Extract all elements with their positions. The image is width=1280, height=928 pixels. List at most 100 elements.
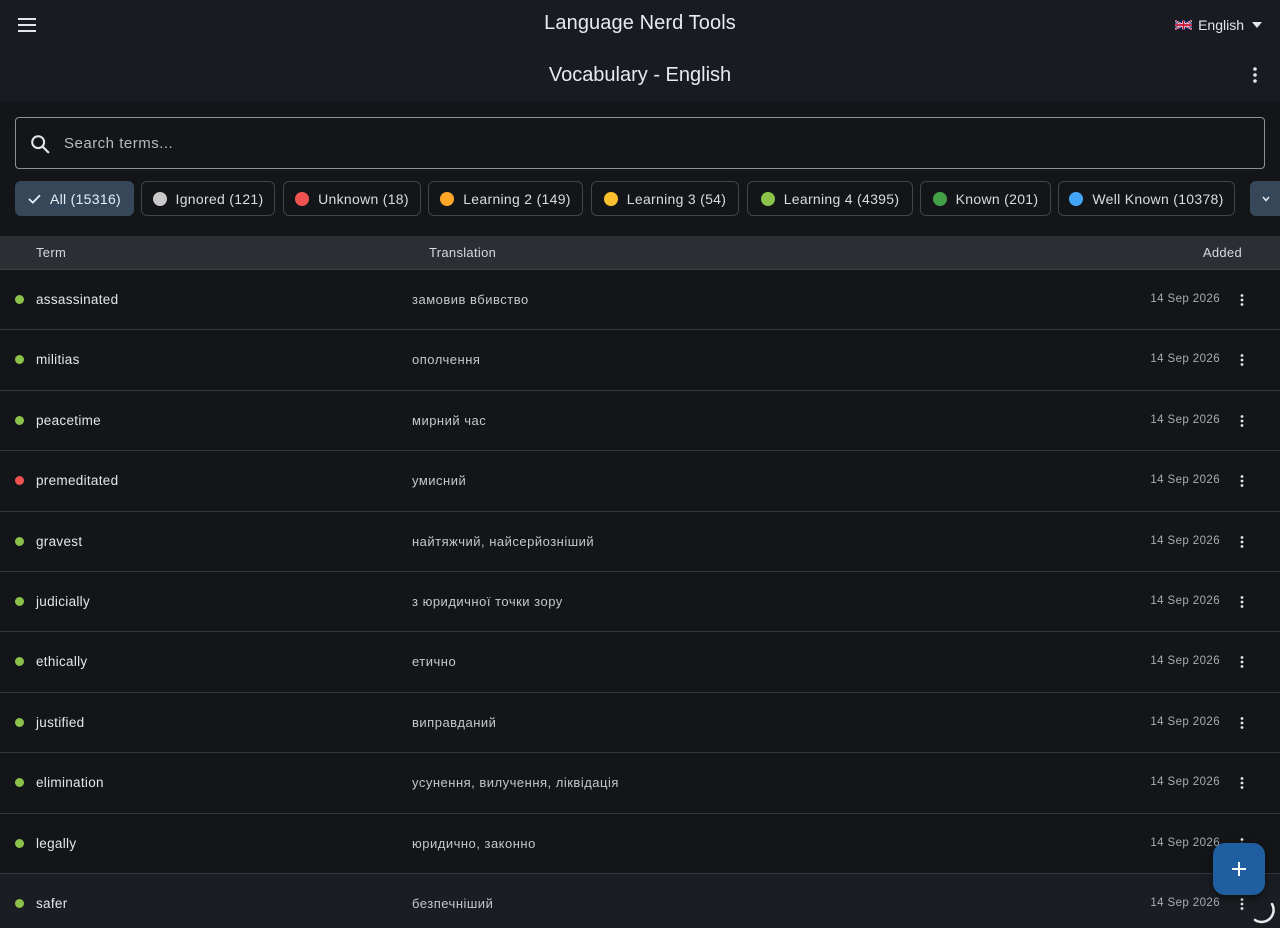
translation-text: з юридичної точки зору bbox=[412, 593, 563, 609]
status-dot bbox=[760, 191, 775, 206]
added-date: 14 Sep 2026 bbox=[1150, 474, 1220, 487]
loading-spinner-icon bbox=[1253, 902, 1275, 924]
search-icon bbox=[31, 135, 50, 154]
more-vertical-icon bbox=[1253, 67, 1257, 83]
row-more-button[interactable] bbox=[1230, 288, 1254, 312]
status-dot bbox=[1069, 191, 1084, 206]
chevron-down-icon bbox=[1262, 196, 1270, 202]
term-text: safer bbox=[36, 895, 68, 911]
more-vertical-icon bbox=[1240, 354, 1244, 367]
filter-chip-label: Learning 4 (4395) bbox=[783, 190, 900, 207]
check-icon bbox=[28, 194, 41, 204]
more-vertical-icon bbox=[1240, 596, 1244, 608]
term-text: assassinated bbox=[36, 292, 119, 307]
table-row[interactable]: judicially з юридичної точки зору 14 Sep… bbox=[0, 571, 1280, 633]
column-header-term[interactable]: Term bbox=[36, 245, 66, 260]
more-vertical-icon bbox=[1240, 656, 1244, 669]
table-row[interactable]: legally юридично, законно 14 Sep 2026 bbox=[0, 813, 1280, 874]
filter-chip-well-known[interactable]: Well Known (10378) bbox=[1058, 181, 1235, 216]
top-app-bar: Language Nerd Tools English bbox=[0, 0, 1280, 50]
filter-chip-label: All (15316) bbox=[49, 190, 121, 207]
table-row[interactable]: peacetime мирний час 14 Sep 2026 bbox=[0, 390, 1280, 452]
column-header-added[interactable]: Added bbox=[1203, 245, 1242, 260]
filter-chip-learning-3[interactable]: Learning 3 (54) bbox=[591, 181, 739, 216]
plus-icon bbox=[1232, 862, 1246, 876]
added-date: 14 Sep 2026 bbox=[1150, 594, 1220, 607]
table-row[interactable]: ethically етично 14 Sep 2026 bbox=[0, 632, 1280, 693]
table-row[interactable]: elimination усунення, вилучення, ліквіда… bbox=[0, 753, 1280, 814]
translation-text: мирний час bbox=[412, 412, 487, 428]
more-vertical-icon bbox=[1240, 535, 1244, 548]
translation-text: етично bbox=[412, 654, 457, 670]
filter-chip-label: Learning 2 (149) bbox=[463, 190, 571, 207]
term-text: elimination bbox=[36, 775, 104, 791]
row-more-button[interactable] bbox=[1230, 711, 1254, 735]
filter-chip-label: Well Known (10378) bbox=[1092, 190, 1224, 207]
search-field[interactable] bbox=[15, 117, 1265, 169]
added-date: 14 Sep 2026 bbox=[1150, 715, 1220, 728]
language-selector[interactable]: English bbox=[1175, 14, 1262, 36]
table-row[interactable]: justified виправданий 14 Sep 2026 bbox=[0, 692, 1280, 754]
term-text: judicially bbox=[36, 593, 91, 609]
more-vertical-icon bbox=[1240, 777, 1244, 790]
filter-chip-more-button[interactable] bbox=[1250, 181, 1280, 216]
row-more-button[interactable] bbox=[1230, 348, 1254, 372]
filter-chip-known[interactable]: Known (201) bbox=[920, 181, 1051, 216]
term-text: ethically bbox=[36, 654, 88, 670]
vocabulary-table: assassinated замовив вбивство 14 Sep 202… bbox=[0, 270, 1280, 928]
filter-chip-label: Learning 3 (54) bbox=[626, 190, 727, 207]
term-text: premeditated bbox=[36, 473, 119, 489]
status-dot bbox=[15, 657, 24, 667]
term-text: gravest bbox=[36, 533, 83, 549]
row-more-button[interactable] bbox=[1230, 771, 1254, 795]
language-label: English bbox=[1198, 17, 1244, 33]
search-input[interactable] bbox=[64, 118, 1244, 168]
translation-text: ополчення bbox=[412, 352, 481, 368]
status-dot bbox=[440, 191, 455, 206]
filter-chip-label: Unknown (18) bbox=[318, 190, 409, 207]
translation-text: умисний bbox=[412, 473, 467, 489]
table-row[interactable]: militias ополчення 14 Sep 2026 bbox=[0, 330, 1280, 391]
added-date: 14 Sep 2026 bbox=[1150, 413, 1220, 426]
added-date: 14 Sep 2026 bbox=[1150, 776, 1220, 789]
row-more-button[interactable] bbox=[1230, 409, 1254, 433]
term-text: legally bbox=[36, 835, 77, 851]
table-row[interactable]: safer безпечніший 14 Sep 2026 bbox=[0, 873, 1280, 928]
status-dot bbox=[603, 191, 618, 206]
table-row[interactable]: gravest найтяжчий, найсерйозніший 14 Sep… bbox=[0, 511, 1280, 572]
more-vertical-icon bbox=[1240, 414, 1244, 427]
filter-chip-all[interactable]: All (15316) bbox=[15, 181, 134, 216]
column-header-translation[interactable]: Translation bbox=[429, 245, 496, 260]
row-more-button[interactable] bbox=[1230, 469, 1254, 493]
translation-text: юридично, законно bbox=[412, 835, 536, 851]
translation-text: замовив вбивство bbox=[412, 292, 529, 307]
added-date: 14 Sep 2026 bbox=[1150, 836, 1220, 849]
status-dot bbox=[15, 476, 24, 486]
row-more-button[interactable] bbox=[1230, 650, 1254, 674]
add-term-button[interactable] bbox=[1213, 843, 1265, 895]
app-title: Language Nerd Tools bbox=[544, 12, 736, 34]
filter-chip-learning-2[interactable]: Learning 2 (149) bbox=[428, 181, 583, 216]
uk-flag-icon bbox=[1175, 19, 1193, 31]
filter-chip-learning-4[interactable]: Learning 4 (4395) bbox=[747, 181, 913, 216]
table-row[interactable]: assassinated замовив вбивство 14 Sep 202… bbox=[0, 270, 1280, 331]
status-dot bbox=[15, 295, 24, 304]
more-vertical-icon bbox=[1240, 475, 1244, 488]
row-more-button[interactable] bbox=[1230, 590, 1254, 614]
table-row[interactable]: premeditated умисний 14 Sep 2026 bbox=[0, 451, 1280, 512]
status-dot bbox=[15, 838, 24, 848]
translation-text: безпечніший bbox=[412, 895, 494, 911]
status-dot bbox=[15, 415, 24, 425]
more-vertical-icon bbox=[1240, 294, 1244, 306]
table-header: Term Translation Added bbox=[0, 236, 1280, 270]
filter-chip-ignored[interactable]: Ignored (121) bbox=[141, 181, 275, 216]
page-more-button[interactable] bbox=[1242, 62, 1268, 88]
row-more-button[interactable] bbox=[1230, 530, 1254, 554]
filter-chip-unknown[interactable]: Unknown (18) bbox=[283, 181, 421, 216]
added-date: 14 Sep 2026 bbox=[1150, 293, 1220, 305]
status-dot bbox=[15, 717, 24, 727]
app-root: Language Nerd Tools English Vocabulary -… bbox=[0, 0, 1280, 928]
filter-chip-label: Ignored (121) bbox=[175, 190, 264, 207]
term-text: justified bbox=[36, 714, 85, 730]
caret-down-icon bbox=[1252, 22, 1262, 28]
